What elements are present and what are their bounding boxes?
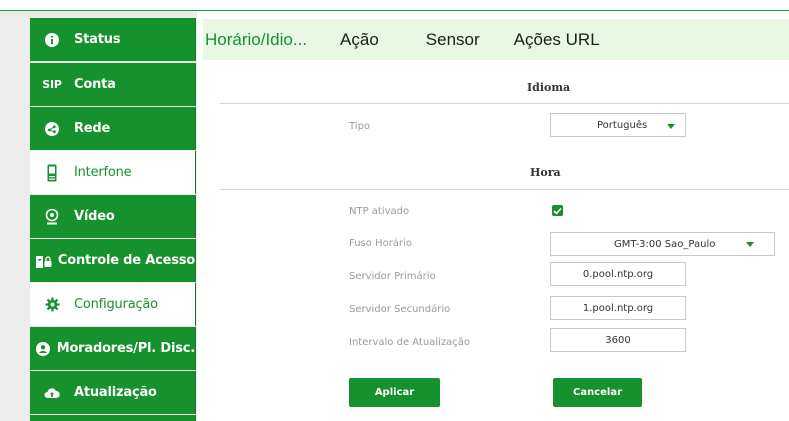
section-title-hora: Hora [530,166,561,179]
sidebar-item-label: Vídeo [74,209,115,224]
tipo-label: Tipo [349,121,371,132]
sidebar-item-moradores[interactable]: Moradores/Pl. Disc. [30,327,196,370]
ntp-checkbox[interactable] [552,205,563,216]
cancel-button[interactable]: Cancelar [553,378,642,407]
sidebar-item-more [30,415,196,421]
sidebar-item-interfone[interactable]: Interfone [30,151,196,194]
intervalo-input[interactable]: 3600 [550,328,686,352]
cloud-upload-icon [30,387,74,399]
chevron-down-icon [667,124,675,129]
tab-horario-idioma[interactable]: Horário/Idio... [205,30,307,50]
ntp-label: NTP ativado [349,206,410,217]
sidebar-item-label: Interfone [74,165,132,180]
sidebar-item-atualizacao[interactable]: Atualização [30,371,196,414]
tipo-select-value: Português [597,119,648,131]
servidor-secundario-input[interactable]: 1.pool.ntp.org [550,296,686,320]
tab-acao[interactable]: Ação [340,30,379,50]
divider [220,103,789,104]
servidor-secundario-label: Servidor Secundário [349,304,451,315]
tab-acoes-url[interactable]: Ações URL [514,30,600,50]
sidebar-item-rede[interactable]: Rede [30,107,196,150]
divider [220,189,789,190]
tipo-select[interactable]: Português [550,113,686,137]
intervalo-label: Intervalo de Atualização [349,337,471,348]
tab-sensor[interactable]: Sensor [426,30,480,50]
sidebar-item-status[interactable]: Status [30,18,196,61]
intercom-icon [30,164,74,182]
sidebar-item-label: Status [74,32,121,47]
sidebar-item-label: Configuração [74,297,158,312]
sidebar: Status SIP Conta Rede Interfone Vídeo Co… [30,11,197,421]
sidebar-item-controle-de-acesso[interactable]: Controle de Acesso [30,239,196,282]
sidebar-item-conta[interactable]: SIP Conta [30,63,196,106]
apply-button[interactable]: Aplicar [349,378,440,407]
sidebar-item-label: Conta [74,77,116,92]
tab-bar: Horário/Idio... Ação Sensor Ações URL [203,19,789,60]
access-control-icon [30,254,58,268]
fuso-select-value: GMT-3:00 Sao_Paulo [614,238,716,250]
fuso-label: Fuso Horário [349,238,412,249]
sidebar-item-label: Moradores/Pl. Disc. [56,341,195,356]
sidebar-item-video[interactable]: Vídeo [30,195,196,238]
chevron-down-icon [746,242,754,247]
section-title-idioma: Idioma [527,81,571,94]
sidebar-item-label: Atualização [74,385,157,400]
fuso-select[interactable]: GMT-3:00 Sao_Paulo [550,232,775,256]
sidebar-item-label: Rede [74,121,111,136]
sidebar-item-label: Controle de Acesso [57,253,195,268]
sip-icon: SIP [30,78,74,91]
servidor-primario-input[interactable]: 0.pool.ntp.org [550,262,686,286]
gear-icon [30,297,74,312]
left-gutter [0,11,30,421]
user-icon [30,341,57,356]
sidebar-item-configuracao[interactable]: Configuração [30,283,196,326]
checkmark-icon [553,207,562,215]
servidor-primario-label: Servidor Primário [349,271,436,282]
network-icon [30,121,74,136]
info-icon [30,32,74,47]
sip-icon-text: SIP [42,78,62,91]
webcam-icon [30,208,74,225]
